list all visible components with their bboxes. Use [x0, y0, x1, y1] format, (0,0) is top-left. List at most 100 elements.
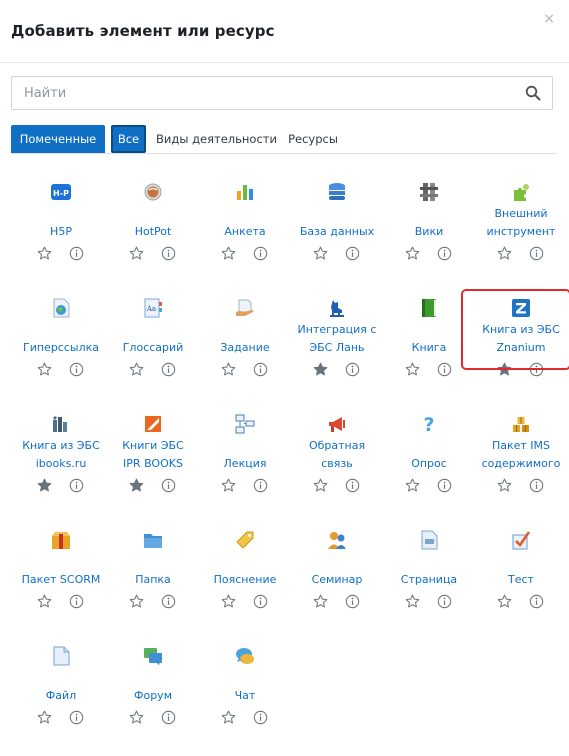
- star-outline-icon[interactable]: [405, 362, 420, 377]
- activity-name: Гиперссылка: [23, 341, 99, 354]
- activity-item[interactable]: Тест: [475, 530, 567, 640]
- info-icon[interactable]: [529, 478, 544, 493]
- activity-item[interactable]: Лекция: [199, 414, 291, 524]
- activity-item[interactable]: Файл: [15, 646, 107, 756]
- activity-item[interactable]: Книга из ЭБС ibooks.ru: [15, 414, 107, 524]
- info-icon[interactable]: [345, 594, 360, 609]
- info-icon[interactable]: [253, 594, 268, 609]
- activity-name: Файл: [45, 689, 77, 702]
- activity-actions: [107, 594, 199, 610]
- activity-item[interactable]: Чат: [199, 646, 291, 756]
- info-icon[interactable]: [161, 362, 176, 377]
- star-outline-icon[interactable]: [313, 594, 328, 609]
- star-filled-icon[interactable]: [129, 478, 144, 493]
- star-outline-icon[interactable]: [221, 478, 236, 493]
- tab-activities[interactable]: Виды деятельности: [154, 125, 279, 153]
- star-outline-icon[interactable]: [129, 246, 144, 261]
- activity-name-line1: Внешний: [494, 207, 548, 220]
- activity-item[interactable]: Вики: [383, 182, 475, 292]
- star-outline-icon[interactable]: [405, 594, 420, 609]
- search-input[interactable]: [12, 77, 536, 109]
- ims-boxes-icon: [513, 417, 529, 432]
- info-icon[interactable]: [529, 246, 544, 261]
- star-filled-icon[interactable]: [313, 362, 328, 377]
- star-outline-icon[interactable]: [405, 246, 420, 261]
- activity-actions: [291, 478, 383, 494]
- activity-item[interactable]: Страница: [383, 530, 475, 640]
- info-icon[interactable]: [69, 246, 84, 261]
- info-icon[interactable]: [69, 594, 84, 609]
- search-icon[interactable]: [525, 85, 541, 101]
- star-outline-icon[interactable]: [497, 478, 512, 493]
- info-icon[interactable]: [253, 710, 268, 725]
- info-icon[interactable]: [253, 246, 268, 261]
- folder-icon: [144, 534, 162, 548]
- activity-item[interactable]: Пакет SCORM: [15, 530, 107, 640]
- activity-item[interactable]: Внешний инструмент: [475, 182, 567, 292]
- activity-item[interactable]: Aa Глоссарий: [107, 298, 199, 408]
- info-icon[interactable]: [69, 362, 84, 377]
- info-icon[interactable]: [161, 246, 176, 261]
- star-outline-icon[interactable]: [497, 246, 512, 261]
- close-icon[interactable]: ×: [543, 12, 555, 26]
- activity-item[interactable]: Задание: [199, 298, 291, 408]
- star-outline-icon[interactable]: [129, 362, 144, 377]
- bar-chart-icon: [237, 185, 253, 200]
- info-icon[interactable]: [437, 594, 452, 609]
- tab-resources[interactable]: Ресурсы: [283, 125, 343, 153]
- star-outline-icon[interactable]: [129, 710, 144, 725]
- star-outline-icon[interactable]: [129, 594, 144, 609]
- info-icon[interactable]: [437, 246, 452, 261]
- info-icon[interactable]: [253, 478, 268, 493]
- activity-item[interactable]: Книги ЭБС IPR BOOKS: [107, 414, 199, 524]
- info-icon[interactable]: [69, 478, 84, 493]
- info-icon[interactable]: [69, 710, 84, 725]
- activity-item[interactable]: Книга из ЭБС Znanium: [475, 298, 567, 408]
- activity-item[interactable]: База данных: [291, 182, 383, 292]
- activity-item[interactable]: Папка: [107, 530, 199, 640]
- star-outline-icon[interactable]: [37, 362, 52, 377]
- activity-name: H5P: [50, 225, 72, 238]
- info-icon[interactable]: [437, 362, 452, 377]
- info-icon[interactable]: [161, 478, 176, 493]
- activity-item[interactable]: Обратная связь: [291, 414, 383, 524]
- info-icon[interactable]: [345, 478, 360, 493]
- star-outline-icon[interactable]: [221, 246, 236, 261]
- star-filled-icon[interactable]: [497, 362, 512, 377]
- star-outline-icon[interactable]: [37, 710, 52, 725]
- info-icon[interactable]: [345, 246, 360, 261]
- star-outline-icon[interactable]: [221, 710, 236, 725]
- activity-item[interactable]: Пояснение: [199, 530, 291, 640]
- activity-item[interactable]: Форум: [107, 646, 199, 756]
- activity-item[interactable]: Гиперссылка: [15, 298, 107, 408]
- star-outline-icon[interactable]: [405, 478, 420, 493]
- star-outline-icon[interactable]: [37, 594, 52, 609]
- activity-item[interactable]: HotPot: [107, 182, 199, 292]
- star-outline-icon[interactable]: [497, 594, 512, 609]
- info-icon[interactable]: [437, 478, 452, 493]
- info-icon[interactable]: [161, 710, 176, 725]
- info-icon[interactable]: [529, 362, 544, 377]
- activity-item[interactable]: Анкета: [199, 182, 291, 292]
- activity-item[interactable]: Книга: [383, 298, 475, 408]
- star-outline-icon[interactable]: [313, 246, 328, 261]
- star-outline-icon[interactable]: [221, 594, 236, 609]
- star-outline-icon[interactable]: [37, 246, 52, 261]
- activity-item[interactable]: Пакет IMS содержимого: [475, 414, 567, 524]
- question-mark-icon: ?: [423, 414, 434, 434]
- tab-all[interactable]: Все: [111, 125, 146, 153]
- info-icon[interactable]: [253, 362, 268, 377]
- activity-item[interactable]: H-P H5P: [15, 182, 107, 292]
- star-outline-icon[interactable]: [221, 362, 236, 377]
- activity-item[interactable]: Интеграция с ЭБС Лань: [291, 298, 383, 408]
- activity-item[interactable]: Семинар: [291, 530, 383, 640]
- info-icon[interactable]: [161, 594, 176, 609]
- activity-item[interactable]: ? Опрос: [383, 414, 475, 524]
- tab-starred[interactable]: Помеченные: [11, 125, 105, 153]
- info-icon[interactable]: [345, 362, 360, 377]
- star-filled-icon[interactable]: [37, 478, 52, 493]
- activity-name: Книга: [411, 341, 447, 354]
- star-outline-icon[interactable]: [313, 478, 328, 493]
- info-icon[interactable]: [529, 594, 544, 609]
- activity-name: Чат: [234, 689, 256, 702]
